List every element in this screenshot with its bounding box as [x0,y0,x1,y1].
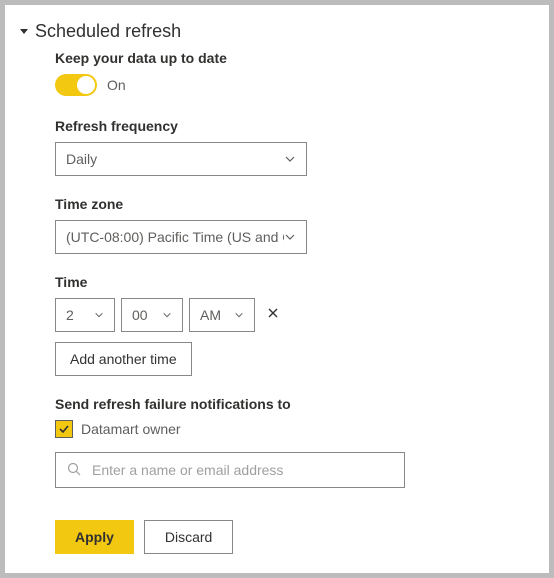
keep-data-toggle[interactable] [55,74,97,96]
owner-checkbox-label: Datamart owner [81,421,181,437]
apply-button[interactable]: Apply [55,520,134,554]
hour-value: 2 [66,307,74,323]
chevron-down-icon [284,153,296,165]
timezone-label: Time zone [55,196,521,212]
minute-value: 00 [132,307,148,323]
hour-select[interactable]: 2 [55,298,115,332]
keep-data-label: Keep your data up to date [55,50,521,66]
owner-checkbox-row: Datamart owner [55,420,521,438]
time-label: Time [55,274,521,290]
frequency-value: Daily [66,151,97,167]
collapse-icon [19,27,29,37]
toggle-row: On [55,74,521,96]
section-header[interactable]: Scheduled refresh [19,21,521,42]
owner-checkbox[interactable] [55,420,73,438]
ampm-value: AM [200,307,221,323]
section-content: Keep your data up to date On Refresh fre… [55,50,521,554]
timezone-group: Time zone (UTC-08:00) Pacific Time (US a… [55,196,521,254]
chevron-down-icon [94,310,104,320]
minute-select[interactable]: 00 [121,298,183,332]
footer-buttons: Apply Discard [55,520,521,554]
search-icon [66,461,82,480]
frequency-select[interactable]: Daily [55,142,307,176]
toggle-state-label: On [107,77,126,93]
frequency-label: Refresh frequency [55,118,521,134]
scheduled-refresh-panel: Scheduled refresh Keep your data up to d… [4,4,550,574]
notifications-label: Send refresh failure notifications to [55,396,521,412]
add-time-button[interactable]: Add another time [55,342,192,376]
remove-time-button[interactable] [261,306,285,324]
ampm-select[interactable]: AM [189,298,255,332]
notification-recipient-input[interactable] [92,462,394,478]
chevron-down-icon [284,231,296,243]
timezone-value: (UTC-08:00) Pacific Time (US and Canada) [66,229,284,245]
time-row: 2 00 AM [55,298,521,332]
chevron-down-icon [162,310,172,320]
section-title: Scheduled refresh [35,21,181,42]
chevron-down-icon [234,310,244,320]
time-group: Time 2 00 AM [55,274,521,376]
frequency-group: Refresh frequency Daily [55,118,521,176]
notification-recipient-field[interactable] [55,452,405,488]
notifications-group: Send refresh failure notifications to Da… [55,396,521,488]
timezone-select[interactable]: (UTC-08:00) Pacific Time (US and Canada) [55,220,307,254]
discard-button[interactable]: Discard [144,520,233,554]
